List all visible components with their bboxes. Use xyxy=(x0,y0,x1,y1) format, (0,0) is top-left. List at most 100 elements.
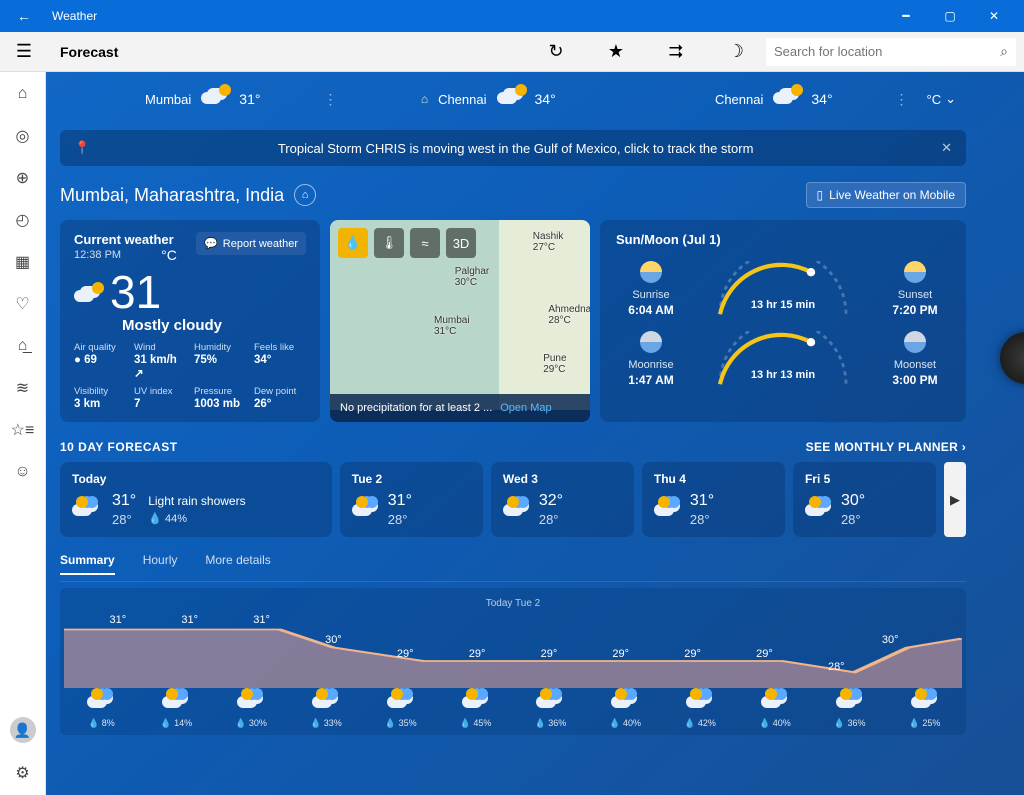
alert-banner[interactable]: 📍 Tropical Storm CHRIS is moving west in… xyxy=(60,130,966,166)
fav-temp: 34° xyxy=(535,91,556,107)
stat: Wind31 km/h ↗ xyxy=(134,342,186,380)
cloud-sun-icon xyxy=(773,88,801,111)
chart-temp-label: 29° xyxy=(612,648,629,660)
hour-cell: 💧 40% xyxy=(737,692,812,729)
detail-tab[interactable]: More details xyxy=(205,553,270,575)
fav-city[interactable]: Chennai34°⋮ xyxy=(631,88,917,111)
current-weather-icon xyxy=(74,271,102,314)
search-input[interactable] xyxy=(774,44,1000,59)
map-control[interactable]: 🌡 xyxy=(374,228,404,258)
forecast-card[interactable]: Fri 530°28° xyxy=(793,462,936,537)
forecast-title: 10 DAY FORECAST xyxy=(60,440,178,454)
refresh-icon[interactable]: ↻ xyxy=(542,38,570,66)
fav-menu-icon[interactable]: ⋮ xyxy=(895,91,909,108)
current-time: 12:38 PM xyxy=(74,249,174,261)
menu-button[interactable]: ☰ xyxy=(8,36,40,68)
detail-tab[interactable]: Summary xyxy=(60,553,115,575)
fav-city[interactable]: Mumbai 31° ⋮ xyxy=(60,88,346,111)
map-city-label: Palghar30°C xyxy=(455,266,489,288)
forecast-card[interactable]: Thu 431°28° xyxy=(642,462,785,537)
stat: Visibility3 km xyxy=(74,386,126,410)
home-icon[interactable]: ⌂ xyxy=(11,82,35,106)
account-icon[interactable]: 👤 xyxy=(10,717,36,743)
minimize-button[interactable]: ━ xyxy=(884,0,928,32)
smile-icon[interactable]: ☺ xyxy=(11,460,35,484)
pin-icon[interactable]: ⮆ xyxy=(662,38,690,66)
settings-icon[interactable]: ⚙ xyxy=(11,761,35,785)
sun-title: Sun/Moon (Jul 1) xyxy=(616,232,950,247)
sidebar: ⌂ ◎ ⊕ ◴ ▦ ♡ ⌂̲ ≋ ☆≡ ☺ 👤 ⚙ xyxy=(0,72,46,795)
forecast-card[interactable]: Tue 231°28° xyxy=(340,462,483,537)
fav-name: Chennai xyxy=(715,92,763,107)
chart-temp-label: 29° xyxy=(469,648,486,660)
sun-row: Moonrise1:47 AM13 hr 13 minMoonset3:00 P… xyxy=(616,331,950,387)
open-map-link[interactable]: Open Map xyxy=(500,402,551,414)
stat: Humidity75% xyxy=(194,342,246,380)
map-city-label: Pune29°C xyxy=(543,353,566,375)
hour-cell: 💧 42% xyxy=(663,692,738,729)
hour-cell: 💧 14% xyxy=(139,692,214,729)
current-weather-card: Current weather 12:38 PM 💬 Report weathe… xyxy=(60,220,320,422)
map-city-label: Mumbai31°C xyxy=(434,315,470,337)
phone-icon: ▯ xyxy=(817,188,824,202)
moon-icon[interactable]: ☽ xyxy=(722,38,750,66)
back-button[interactable]: ← xyxy=(8,8,40,24)
stat: Pressure1003 mb xyxy=(194,386,246,410)
detail-tab[interactable]: Hourly xyxy=(143,553,178,575)
fav-temp: 31° xyxy=(239,91,260,107)
page-title: Forecast xyxy=(60,44,542,60)
calendar-icon[interactable]: ▦ xyxy=(11,250,35,274)
globe-icon[interactable]: ⊕ xyxy=(11,166,35,190)
sun-moon-card: Sun/Moon (Jul 1) Sunrise6:04 AM13 hr 15 … xyxy=(600,220,966,422)
chart-temp-label: 30° xyxy=(325,634,342,646)
map-control[interactable]: ≈ xyxy=(410,228,440,258)
comment-icon: 💬 xyxy=(204,237,218,250)
hour-cell: 💧 35% xyxy=(363,692,438,729)
history-icon[interactable]: ◴ xyxy=(11,208,35,232)
map-control[interactable]: 3D xyxy=(446,228,476,258)
map-card[interactable]: 💧🌡≈3D Nashik27°C Palghar30°C Mumbai31°C Ahm… xyxy=(330,220,590,422)
set-home-button[interactable]: ⌂ xyxy=(294,184,316,206)
search-box[interactable]: ⌕ xyxy=(766,38,1016,66)
forecast-card[interactable]: Wed 332°28° xyxy=(491,462,634,537)
chart-icon[interactable]: ≋ xyxy=(11,376,35,400)
favorite-icon[interactable]: ★ xyxy=(602,38,630,66)
forecast-card-today[interactable]: Today31°28°Light rain showers💧 44% xyxy=(60,462,332,537)
hour-cell: 💧 30% xyxy=(214,692,289,729)
health-icon[interactable]: ♡ xyxy=(11,292,35,316)
report-weather-button[interactable]: 💬 Report weather xyxy=(196,232,306,255)
fav-city[interactable]: ⌂Chennai34° xyxy=(346,88,632,111)
sun-row: Sunrise6:04 AM13 hr 15 minSunset7:20 PM xyxy=(616,261,950,317)
stat: Feels like34° xyxy=(254,342,306,380)
radar-icon[interactable]: ◎ xyxy=(11,124,35,148)
stat: Dew point26° xyxy=(254,386,306,410)
mobile-link[interactable]: ▯ Live Weather on Mobile xyxy=(806,182,966,208)
unit-selector[interactable]: °C⌄ xyxy=(917,91,967,107)
main: Mumbai31°⋮⌂Chennai34°Chennai34°⋮°C⌄ 📍 Tr… xyxy=(46,72,1024,795)
forecast-next-button[interactable]: ▶ xyxy=(944,462,966,537)
alert-close-icon[interactable]: ✕ xyxy=(941,140,952,156)
hour-cell: 💧 45% xyxy=(438,692,513,729)
alert-icon: 📍 xyxy=(74,140,90,156)
hour-cell: 💧 36% xyxy=(812,692,887,729)
search-icon[interactable]: ⌕ xyxy=(1000,43,1008,60)
star-list-icon[interactable]: ☆≡ xyxy=(11,418,35,442)
fav-name: Mumbai xyxy=(145,92,191,107)
cloud-sun-icon xyxy=(497,88,525,111)
cloud-sun-icon xyxy=(201,88,229,111)
close-button[interactable]: ✕ xyxy=(972,0,1016,32)
hut-icon[interactable]: ⌂̲ xyxy=(11,334,35,358)
fav-menu-icon[interactable]: ⋮ xyxy=(324,91,338,108)
chart-temp-label: 31° xyxy=(181,614,198,626)
favorites-bar: Mumbai31°⋮⌂Chennai34°Chennai34°⋮°C⌄ xyxy=(60,78,966,120)
chart-temp-label: 29° xyxy=(397,648,414,660)
current-condition: Mostly cloudy xyxy=(122,317,306,334)
location-name: Mumbai, Maharashtra, India xyxy=(60,185,284,206)
map-city-label: Ahmedna...28°C xyxy=(548,304,590,326)
monthly-planner-link[interactable]: SEE MONTHLY PLANNER › xyxy=(806,440,966,454)
maximize-button[interactable]: ▢ xyxy=(928,0,972,32)
app-title: Weather xyxy=(52,9,884,23)
map-city-label: Nashik27°C xyxy=(533,231,564,253)
map-control[interactable]: 💧 xyxy=(338,228,368,258)
home-icon: ⌂ xyxy=(421,92,428,106)
